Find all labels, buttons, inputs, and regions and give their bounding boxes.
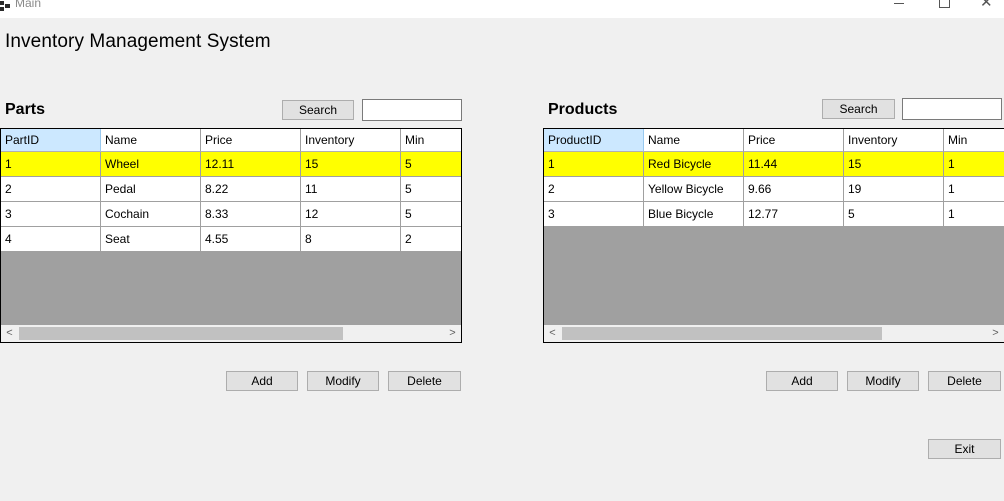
table-cell[interactable]: 4 xyxy=(1,227,101,252)
parts-grid[interactable]: PartID Name Price Inventory Min 1 Wheel … xyxy=(0,128,462,343)
close-button[interactable]: ✕ xyxy=(967,0,1004,16)
table-cell[interactable]: 5 xyxy=(844,202,944,227)
products-modify-button[interactable]: Modify xyxy=(847,371,919,391)
table-cell[interactable]: 12.77 xyxy=(744,202,844,227)
parts-table-row[interactable]: 2 Pedal 8.22 11 5 xyxy=(1,177,461,202)
table-cell[interactable]: 3 xyxy=(544,202,644,227)
table-cell[interactable]: Blue Bicycle xyxy=(644,202,744,227)
table-cell[interactable]: Red Bicycle xyxy=(644,152,744,177)
parts-delete-button[interactable]: Delete xyxy=(388,371,461,391)
products-column-header[interactable]: Min xyxy=(944,129,1004,152)
parts-title: Parts xyxy=(5,101,46,118)
app-icon xyxy=(0,1,10,11)
table-cell[interactable]: 1 xyxy=(544,152,644,177)
products-grid[interactable]: ProductID Name Price Inventory Min 1 Red… xyxy=(543,128,1004,343)
table-cell[interactable]: 15 xyxy=(844,152,944,177)
table-cell[interactable]: 1 xyxy=(1,152,101,177)
table-cell[interactable]: 15 xyxy=(301,152,401,177)
table-cell[interactable]: 8.33 xyxy=(201,202,301,227)
table-cell[interactable]: 3 xyxy=(1,202,101,227)
parts-column-header[interactable]: Min xyxy=(401,129,461,152)
products-grid-header: ProductID Name Price Inventory Min xyxy=(544,129,1004,154)
products-column-header[interactable]: Inventory xyxy=(844,129,944,152)
table-cell[interactable]: Seat xyxy=(101,227,201,252)
products-table-row[interactable]: 2 Yellow Bicycle 9.66 19 1 xyxy=(544,177,1004,202)
parts-search-button[interactable]: Search xyxy=(282,100,354,120)
table-cell[interactable]: 8 xyxy=(301,227,401,252)
close-icon: ✕ xyxy=(980,0,993,11)
scrollbar-thumb[interactable] xyxy=(562,327,882,340)
table-cell[interactable]: 5 xyxy=(401,177,461,202)
table-cell[interactable]: Cochain xyxy=(101,202,201,227)
parts-column-header[interactable]: Price xyxy=(201,129,301,152)
products-delete-button[interactable]: Delete xyxy=(928,371,1001,391)
table-cell[interactable]: 2 xyxy=(1,177,101,202)
scroll-left-icon[interactable]: < xyxy=(544,325,561,342)
table-cell[interactable]: Pedal xyxy=(101,177,201,202)
exit-button[interactable]: Exit xyxy=(928,439,1001,459)
table-cell[interactable]: 19 xyxy=(844,177,944,202)
scroll-right-icon[interactable]: > xyxy=(444,325,461,342)
products-add-button[interactable]: Add xyxy=(766,371,838,391)
parts-table-row[interactable]: 1 Wheel 12.11 15 5 xyxy=(1,152,461,177)
products-search-button[interactable]: Search xyxy=(822,99,895,119)
scrollbar-thumb[interactable] xyxy=(19,327,343,340)
parts-modify-button[interactable]: Modify xyxy=(307,371,379,391)
table-cell[interactable]: 12.11 xyxy=(201,152,301,177)
parts-column-header[interactable]: Name xyxy=(101,129,201,152)
scroll-right-icon[interactable]: > xyxy=(987,325,1004,342)
table-cell[interactable]: 8.22 xyxy=(201,177,301,202)
window-title-bar: Main ✕ xyxy=(0,0,1004,18)
maximize-icon xyxy=(939,0,950,8)
products-column-header[interactable]: ProductID xyxy=(544,129,644,152)
products-column-header[interactable]: Name xyxy=(644,129,744,152)
app-title: Inventory Management System xyxy=(5,31,271,52)
table-cell[interactable]: 1 xyxy=(944,177,1004,202)
scroll-left-icon[interactable]: < xyxy=(1,325,18,342)
table-cell[interactable]: 4.55 xyxy=(201,227,301,252)
parts-table-row[interactable]: 4 Seat 4.55 8 2 xyxy=(1,227,461,252)
parts-horizontal-scrollbar[interactable]: < > xyxy=(1,325,461,342)
table-cell[interactable]: 2 xyxy=(401,227,461,252)
products-search-input[interactable] xyxy=(902,98,1002,120)
parts-table-row[interactable]: 3 Cochain 8.33 12 5 xyxy=(1,202,461,227)
table-cell[interactable]: 5 xyxy=(401,152,461,177)
table-cell[interactable]: Yellow Bicycle xyxy=(644,177,744,202)
table-cell[interactable]: Wheel xyxy=(101,152,201,177)
products-column-header[interactable]: Price xyxy=(744,129,844,152)
maximize-button[interactable] xyxy=(921,0,967,16)
table-cell[interactable]: 11.44 xyxy=(744,152,844,177)
table-cell[interactable]: 1 xyxy=(944,202,1004,227)
products-table-row[interactable]: 1 Red Bicycle 11.44 15 1 xyxy=(544,152,1004,177)
minimize-button[interactable] xyxy=(876,0,922,16)
window-title: Main xyxy=(15,0,42,10)
products-table-row[interactable]: 3 Blue Bicycle 12.77 5 1 xyxy=(544,202,1004,227)
products-horizontal-scrollbar[interactable]: < > xyxy=(544,325,1004,342)
parts-search-input[interactable] xyxy=(362,99,462,121)
parts-column-header[interactable]: Inventory xyxy=(301,129,401,152)
table-cell[interactable]: 9.66 xyxy=(744,177,844,202)
parts-column-header[interactable]: PartID xyxy=(1,129,101,152)
products-title: Products xyxy=(548,101,618,118)
table-cell[interactable]: 5 xyxy=(401,202,461,227)
table-cell[interactable]: 12 xyxy=(301,202,401,227)
parts-add-button[interactable]: Add xyxy=(226,371,298,391)
parts-grid-header: PartID Name Price Inventory Min xyxy=(1,129,461,154)
table-cell[interactable]: 1 xyxy=(944,152,1004,177)
table-cell[interactable]: 11 xyxy=(301,177,401,202)
minimize-icon xyxy=(894,3,904,4)
table-cell[interactable]: 2 xyxy=(544,177,644,202)
